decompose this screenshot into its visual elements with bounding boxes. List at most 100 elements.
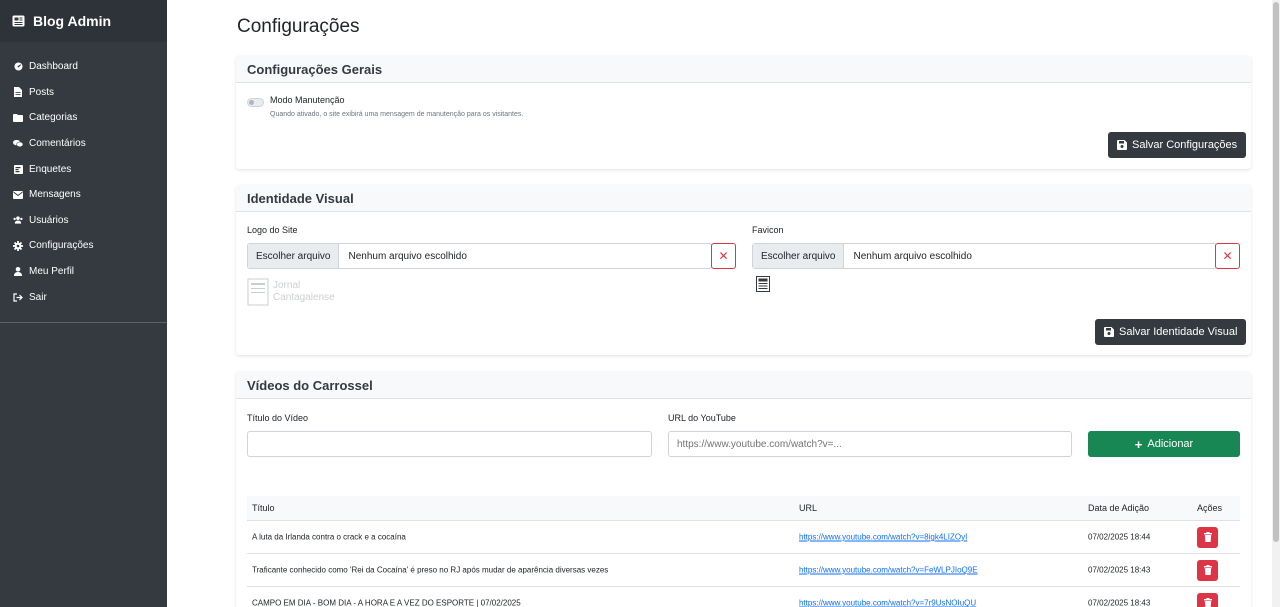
table-header: Título URL Data de Adição Ações: [247, 496, 1240, 521]
add-video-button[interactable]: + Adicionar: [1088, 431, 1240, 457]
trash-icon: [1203, 597, 1212, 607]
file-status: Nenhum arquivo escolhido: [348, 250, 467, 262]
save-settings-button[interactable]: Salvar Configurações: [1108, 132, 1247, 158]
scrollbar-thumb[interactable]: [1273, 2, 1279, 542]
sidebar-item-label: Mensagens: [29, 189, 81, 201]
visual-identity-card: Identidade Visual Logo do Site Escolher …: [236, 185, 1251, 355]
column-header: URL: [799, 503, 818, 513]
clear-favicon-button[interactable]: ✕: [1215, 243, 1240, 269]
sidebar-item-categorias[interactable]: Categorias: [0, 105, 167, 131]
save-identity-button[interactable]: Salvar Identidade Visual: [1095, 319, 1247, 345]
column-header: Ações: [1197, 503, 1223, 513]
youtube-url-input[interactable]: [668, 431, 1072, 457]
save-icon: [1117, 140, 1127, 150]
save-settings-label: Salvar Configurações: [1132, 139, 1238, 151]
delete-video-button[interactable]: [1197, 527, 1218, 548]
maintenance-hint: Quando ativado, o site exibirá uma mensa…: [270, 111, 524, 118]
sidebar-nav: Dashboard Posts Categorias Comentários E…: [0, 54, 167, 323]
card-title: Identidade Visual: [236, 185, 1251, 212]
sidebar-item-label: Posts: [29, 86, 55, 98]
brand-label: Blog Admin: [33, 13, 112, 29]
video-url-link[interactable]: https://www.youtube.com/watch?v=8igk4LIZ…: [799, 533, 967, 542]
file-icon: [13, 87, 23, 98]
maintenance-label: Modo Manutenção: [270, 95, 345, 105]
video-date: 07/02/2025 18:43: [1088, 565, 1151, 575]
trash-icon: [1203, 564, 1212, 577]
add-video-label: Adicionar: [1147, 438, 1194, 450]
sidebar-item-usuarios[interactable]: Usuários: [0, 208, 167, 234]
video-title: CAMPO EM DIA - BOM DIA - A HORA E A VEZ …: [252, 598, 521, 607]
table-row: Traficante conhecido como 'Rei da Cocaín…: [247, 554, 1240, 587]
sidebar-item-label: Comentários: [29, 138, 86, 150]
general-settings-card: Configurações Gerais Modo Manutenção Qua…: [236, 56, 1251, 169]
card-title: Configurações Gerais: [236, 56, 1251, 83]
brand[interactable]: Blog Admin: [0, 0, 167, 42]
video-url-link[interactable]: https://www.youtube.com/watch?v=7r9UsNOI…: [799, 599, 976, 607]
table-row: A luta da Irlanda contra o crack e a coc…: [247, 521, 1240, 554]
video-title-label: Título do Vídeo: [247, 413, 309, 423]
column-header: Título: [252, 503, 275, 513]
sidebar-item-label: Meu Perfil: [29, 266, 75, 278]
newspaper-icon: [12, 15, 25, 27]
video-date: 07/02/2025 18:43: [1088, 598, 1151, 607]
video-title: Traficante conhecido como 'Rei da Cocaín…: [252, 565, 609, 575]
column-header: Data de Adição: [1088, 503, 1150, 513]
video-date: 07/02/2025 18:44: [1088, 532, 1151, 542]
choose-file-button[interactable]: Escolher arquivo: [248, 244, 340, 268]
save-identity-label: Salvar Identidade Visual: [1119, 326, 1238, 338]
sidebar-item-label: Usuários: [29, 214, 69, 226]
logo-label: Logo do Site: [247, 225, 298, 235]
delete-video-button[interactable]: [1197, 560, 1218, 581]
poll-icon: [13, 164, 23, 174]
sidebar-item-meu-perfil[interactable]: Meu Perfil: [0, 259, 167, 285]
sidebar-item-enquetes[interactable]: Enquetes: [0, 156, 167, 182]
sidebar-item-configuracoes[interactable]: Configurações: [0, 233, 167, 259]
logo-file-input[interactable]: Escolher arquivo Nenhum arquivo escolhid…: [247, 243, 712, 269]
table-row: CAMPO EM DIA - BOM DIA - A HORA E A VEZ …: [247, 587, 1240, 607]
video-title: A luta da Irlanda contra o crack e a coc…: [252, 532, 406, 542]
carousel-videos-card: Vídeos do Carrossel Título do Vídeo URL …: [236, 372, 1251, 607]
file-status: Nenhum arquivo escolhido: [853, 250, 972, 262]
sidebar-item-dashboard[interactable]: Dashboard: [0, 54, 167, 80]
clear-logo-button[interactable]: ✕: [711, 243, 736, 269]
logout-icon: [13, 292, 23, 302]
favicon-preview-icon: [756, 276, 770, 297]
video-title-input[interactable]: [247, 431, 652, 457]
main-content: Configurações Configurações Gerais Modo …: [167, 0, 1272, 607]
logo-alt-text: Jornal Cantagalense: [273, 280, 335, 303]
video-url-link[interactable]: https://www.youtube.com/watch?v=FeWLPJIo…: [799, 566, 978, 575]
sidebar-item-sair[interactable]: Sair: [0, 284, 167, 310]
logo-preview: Jornal Cantagalense: [247, 278, 357, 306]
sidebar-item-label: Dashboard: [29, 61, 78, 73]
videos-table: Título URL Data de Adição Ações A luta d…: [247, 496, 1240, 607]
favicon-label: Favicon: [752, 225, 784, 235]
envelope-icon: [13, 190, 23, 200]
gear-icon: [13, 240, 23, 251]
sidebar: Blog Admin Dashboard Posts Categorias Co…: [0, 0, 167, 607]
users-icon: [13, 215, 23, 225]
trash-icon: [1203, 531, 1212, 544]
comments-icon: [13, 139, 23, 149]
favicon-file-input[interactable]: Escolher arquivo Nenhum arquivo escolhid…: [752, 243, 1217, 269]
dashboard-icon: [13, 62, 23, 72]
plus-icon: +: [1134, 436, 1143, 452]
sidebar-item-label: Configurações: [29, 240, 94, 252]
sidebar-item-label: Categorias: [29, 112, 78, 124]
card-title: Vídeos do Carrossel: [236, 372, 1251, 399]
sidebar-item-label: Enquetes: [29, 163, 72, 175]
sidebar-item-mensagens[interactable]: Mensagens: [0, 182, 167, 208]
save-icon: [1104, 327, 1114, 337]
close-icon: ✕: [1222, 249, 1233, 263]
folder-icon: [13, 113, 23, 123]
choose-file-button[interactable]: Escolher arquivo: [753, 244, 845, 268]
sidebar-item-label: Sair: [29, 291, 47, 303]
sidebar-item-comentarios[interactable]: Comentários: [0, 131, 167, 157]
delete-video-button[interactable]: [1197, 593, 1218, 607]
youtube-url-label: URL do YouTube: [668, 413, 736, 423]
user-icon: [13, 267, 23, 277]
page-title: Configurações: [237, 16, 360, 37]
close-icon: ✕: [718, 249, 729, 263]
sidebar-item-posts[interactable]: Posts: [0, 80, 167, 106]
page-scrollbar[interactable]: [1272, 0, 1280, 607]
maintenance-toggle[interactable]: [247, 98, 264, 107]
